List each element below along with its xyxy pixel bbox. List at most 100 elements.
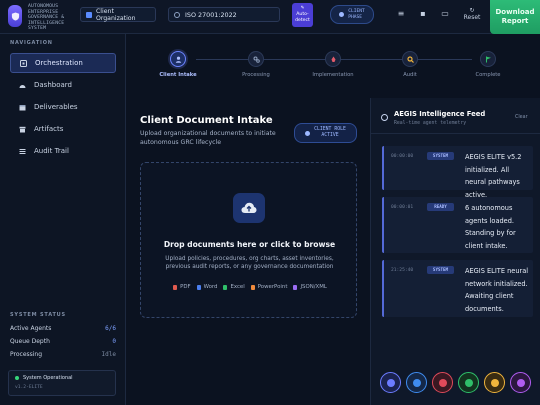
message-badge: SYSTEM xyxy=(427,152,454,160)
cloud-upload-icon xyxy=(233,193,265,223)
feed-message: 00:00:00 SYSTEM AEGIS ELITE v5.2 initial… xyxy=(382,146,533,199)
sidebar-item-deliverables[interactable]: Deliverables xyxy=(10,97,116,117)
excel-file-icon xyxy=(223,284,228,290)
box-icon xyxy=(18,103,26,111)
gauge-icon xyxy=(18,81,26,89)
file-type-label: PDF xyxy=(180,284,191,290)
pdf-file-icon xyxy=(173,284,178,290)
message-time: 00:00:00 xyxy=(391,154,414,159)
dropzone-subtitle: Upload policies, procedures, org charts,… xyxy=(165,256,334,270)
sidebar-item-label: Artifacts xyxy=(34,125,64,133)
file-type-label: JSON/XML xyxy=(300,284,327,290)
system-status-card: System Operational v1.2-ELITE xyxy=(8,370,116,396)
step-implementation[interactable]: Implementation xyxy=(303,51,363,78)
message-text: 6 autonomous agents loaded. Standing by … xyxy=(465,204,516,250)
file-type-powerpoint: PowerPoint xyxy=(250,284,288,290)
top-bar: AUTONOMOUS ENTERPRISE GOVERNANCE & INTEL… xyxy=(0,0,540,34)
page-title: Client Document Intake xyxy=(140,115,273,126)
folder-icon[interactable]: ▭ xyxy=(440,9,450,18)
system-version: v1.2-ELITE xyxy=(15,385,43,390)
framework-select[interactable]: ISO 27001:2022 xyxy=(168,7,280,22)
brand-line: SYSTEM xyxy=(28,26,47,32)
message-badge: SYSTEM xyxy=(427,266,454,274)
radar-icon xyxy=(381,114,388,121)
file-type-list: PDF Word Excel PowerPoint JSON/XML xyxy=(165,284,335,290)
step-label: Client Intake xyxy=(159,72,197,78)
page-subtitle: Upload organizational documents to initi… xyxy=(140,130,276,146)
file-type-pdf: PDF xyxy=(173,284,191,290)
shield-agent-icon[interactable] xyxy=(432,372,453,393)
status-label: Processing xyxy=(10,351,43,358)
status-value: 6/6 xyxy=(105,325,116,332)
code-file-icon xyxy=(293,284,298,290)
system-status-title: SYSTEM STATUS xyxy=(10,312,66,318)
shield-logo-icon xyxy=(11,11,19,21)
globe-icon xyxy=(174,11,180,18)
feed-subtitle: Real-time agent telemetry xyxy=(394,121,467,126)
step-client-intake[interactable]: Client Intake xyxy=(148,51,208,78)
user-step-icon xyxy=(170,51,186,67)
message-text: AEGIS ELITE neural network initialized. … xyxy=(465,267,529,313)
client-organization-label: Client Organization xyxy=(95,7,136,22)
sidebar-item-orchestration[interactable]: Orchestration xyxy=(10,53,116,73)
feed-header: AEGIS Intelligence Feed Real-time agent … xyxy=(371,98,540,134)
step-label: Audit xyxy=(403,72,417,78)
list-icon xyxy=(18,147,26,155)
brain-agent-icon[interactable] xyxy=(406,372,427,393)
powerpoint-file-icon xyxy=(250,284,255,290)
framework-value: ISO 27001:2022 xyxy=(185,10,237,19)
role-label-2: ACTIVE xyxy=(321,133,339,138)
lifecycle-stepper: Client Intake Processing Implementation … xyxy=(126,34,540,92)
client-role-chip: CLIENT ROLE ACTIVE xyxy=(294,123,357,143)
save-icon[interactable]: ▪ xyxy=(418,9,428,18)
archive-icon xyxy=(18,125,26,133)
status-dot-icon xyxy=(15,376,19,380)
rocket-step-icon xyxy=(325,51,341,67)
reset-button[interactable]: ↻ Reset xyxy=(462,7,482,21)
intelligence-feed: AEGIS Intelligence Feed Real-time agent … xyxy=(370,98,540,405)
step-complete[interactable]: Complete xyxy=(458,51,518,78)
file-type-label: PowerPoint xyxy=(257,284,288,290)
menu-icon[interactable]: ≡ xyxy=(396,9,406,18)
crown-agent-icon[interactable] xyxy=(380,372,401,393)
document-agent-icon[interactable] xyxy=(484,372,505,393)
auto-detect-label-2: detect xyxy=(295,18,310,23)
auto-detect-button[interactable]: ✎ Auto- detect xyxy=(292,3,313,27)
status-label: Active Agents xyxy=(10,325,52,332)
sidebar-item-artifacts[interactable]: Artifacts xyxy=(10,119,116,139)
status-row-processing: Processing Idle xyxy=(10,351,116,358)
feed-message: 00:00:01 READY 6 autonomous agents loade… xyxy=(382,197,533,253)
nav-title: NAVIGATION xyxy=(10,40,53,46)
step-label: Complete xyxy=(475,72,501,78)
chart-agent-icon[interactable] xyxy=(510,372,531,393)
feed-clear-button[interactable]: Clear xyxy=(515,115,528,120)
message-badge: READY xyxy=(427,203,454,211)
sidebar-item-audit-trail[interactable]: Audit Trail xyxy=(10,141,116,161)
flag-step-icon xyxy=(480,51,496,67)
status-label: Queue Depth xyxy=(10,338,50,345)
status-value: 0 xyxy=(112,338,116,345)
dropzone-title: Drop documents here or click to browse xyxy=(163,240,336,249)
step-processing[interactable]: Processing xyxy=(226,51,286,78)
sidebar: NAVIGATION Orchestration Dashboard Deliv… xyxy=(0,34,126,405)
system-status-text: System Operational xyxy=(23,375,73,381)
status-row-active-agents: Active Agents 6/6 xyxy=(10,325,116,332)
scale-agent-icon[interactable] xyxy=(458,372,479,393)
step-label: Implementation xyxy=(312,72,354,78)
file-type-excel: Excel xyxy=(223,284,245,290)
file-type-json-xml: JSON/XML xyxy=(293,284,327,290)
user-icon xyxy=(339,12,345,17)
sidebar-item-label: Deliverables xyxy=(34,103,78,111)
sidebar-item-dashboard[interactable]: Dashboard xyxy=(10,75,116,95)
gears-step-icon xyxy=(248,51,264,67)
sidebar-item-label: Orchestration xyxy=(35,59,83,67)
download-report-button[interactable]: Download Report xyxy=(490,0,540,34)
document-dropzone[interactable]: Drop documents here or click to browse U… xyxy=(140,162,357,318)
download-label-1: Download xyxy=(495,8,535,16)
step-audit[interactable]: Audit xyxy=(380,51,440,78)
download-label-2: Report xyxy=(501,17,529,25)
word-file-icon xyxy=(196,284,201,290)
client-organization-select[interactable]: Client Organization xyxy=(80,7,156,22)
building-icon xyxy=(86,11,92,18)
client-phase-chip: CLIENT PHASE xyxy=(330,5,374,24)
